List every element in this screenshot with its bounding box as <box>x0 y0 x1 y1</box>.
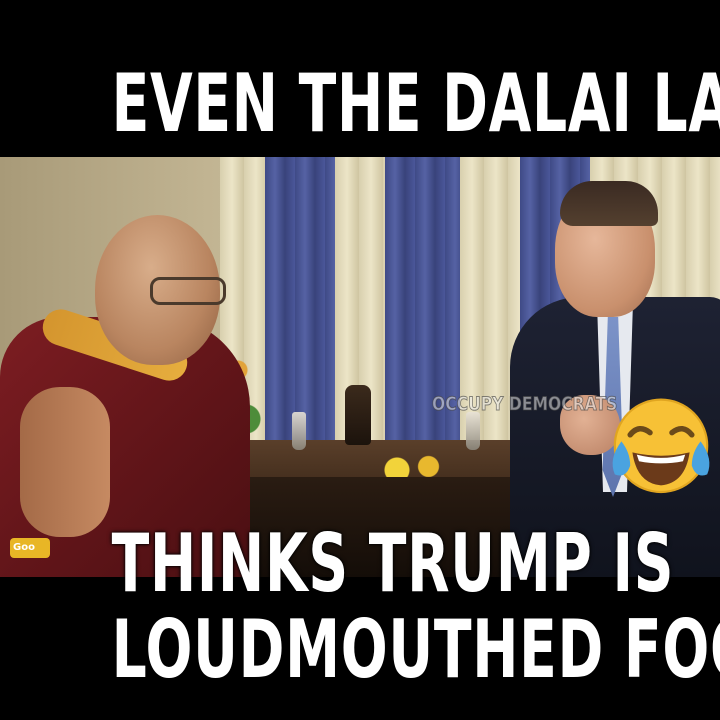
water-glass <box>292 412 306 450</box>
curtain-blue-middle <box>385 157 460 487</box>
meme-frame: EVEN THE DALAI LAMA OCCUPY DEMOCRATS Goo <box>0 0 720 720</box>
bottom-caption-line2: LOUDMOUTHED FOOL <box>111 603 720 696</box>
monk-arm <box>20 387 110 537</box>
bottom-caption-line1: THINKS TRUMP IS <box>111 517 675 610</box>
candle-holder <box>345 385 371 445</box>
monk-glasses <box>150 277 226 305</box>
top-caption: EVEN THE DALAI LAMA <box>111 57 720 150</box>
water-glass <box>466 412 480 450</box>
host-hair <box>560 181 658 226</box>
face-with-tears-of-joy-icon <box>612 398 710 494</box>
watermark: OCCUPY DEMOCRATS <box>432 393 618 416</box>
channel-logo: Goo <box>10 538 50 558</box>
video-frame: OCCUPY DEMOCRATS <box>0 157 720 577</box>
